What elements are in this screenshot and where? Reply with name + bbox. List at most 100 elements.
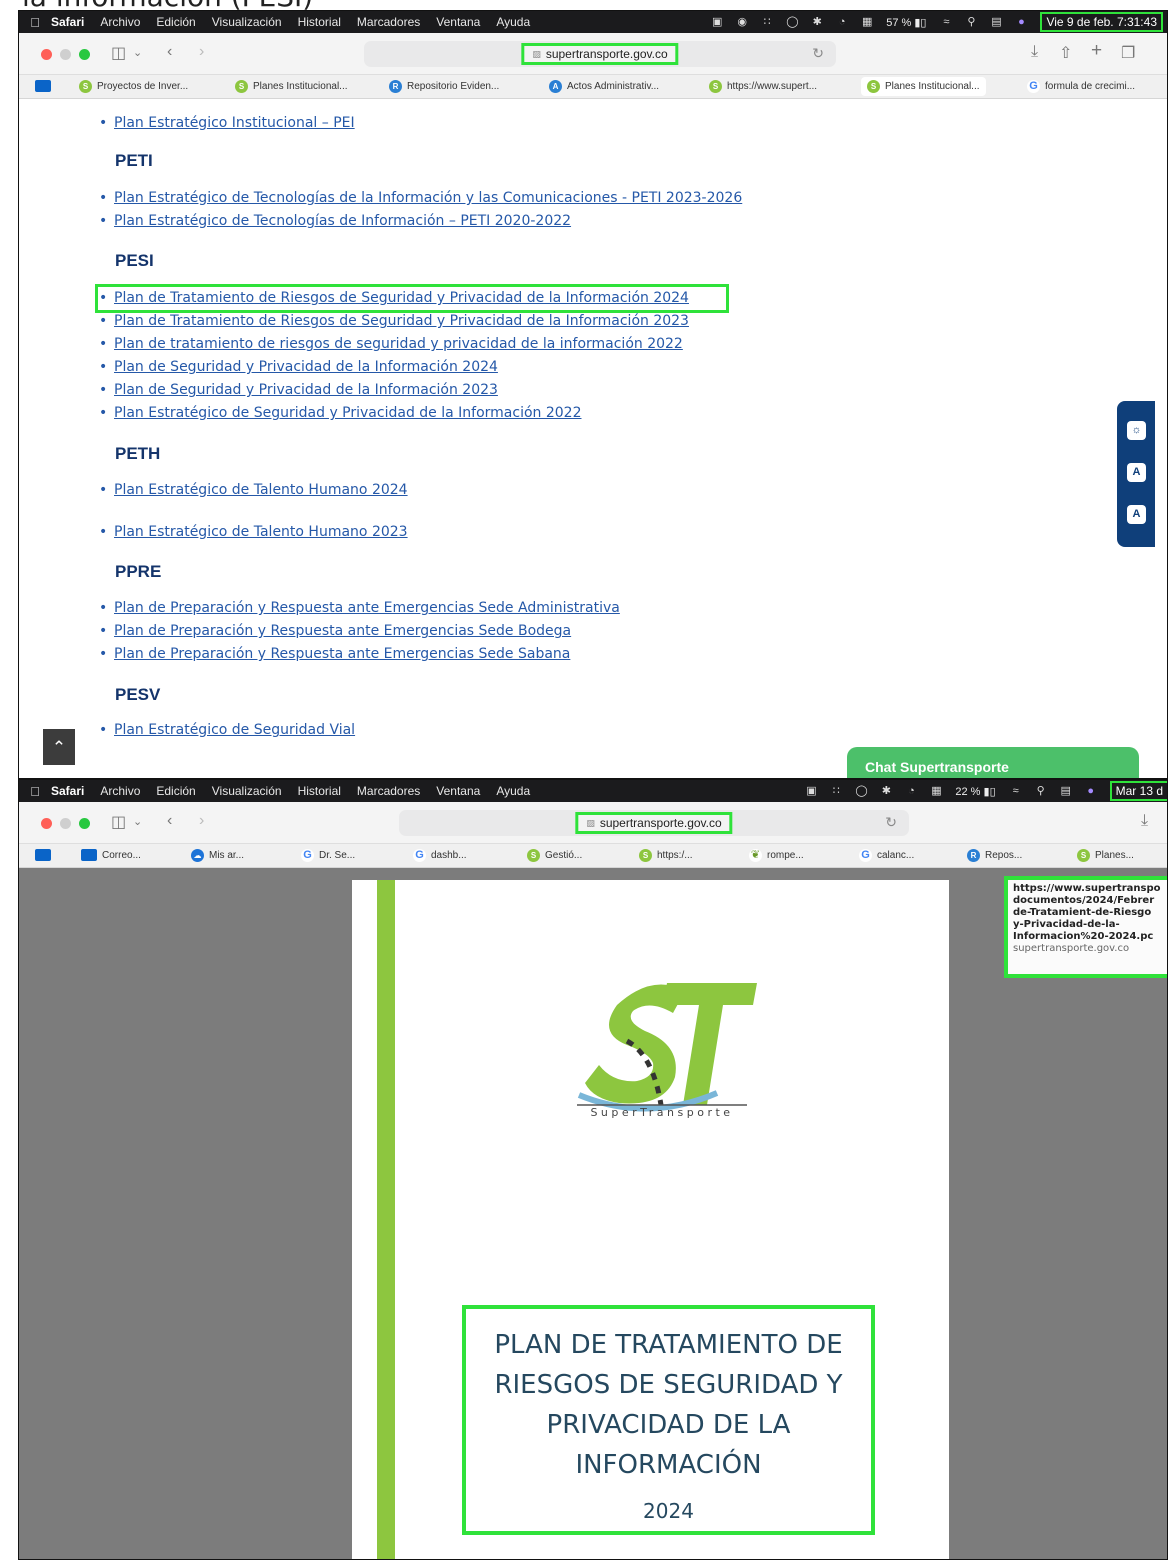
bookmark-item[interactable]: Shttps://www.supert... [709, 80, 817, 93]
menu-historial[interactable]: Historial [298, 784, 341, 798]
link-pesi-plan-2023[interactable]: • Plan de Seguridad y Privacidad de la In… [99, 382, 498, 398]
bookmark-item[interactable]: Gcalanc... [859, 849, 914, 862]
bookmark-outlook[interactable] [35, 849, 56, 861]
play-circle-icon[interactable]: ◉ [736, 16, 748, 28]
link-pesv[interactable]: • Plan Estratégico de Seguridad Vial [99, 722, 355, 738]
bookmark-item[interactable]: Gdashb... [413, 849, 467, 862]
menu-ayuda[interactable]: Ayuda [496, 784, 530, 798]
bluetooth-icon[interactable]: ✱ [811, 16, 823, 28]
fingerprint-icon[interactable]: ◯ [786, 16, 798, 28]
minimize-window-button[interactable] [60, 818, 71, 829]
tab-overview-icon[interactable]: ❐ [1121, 43, 1135, 63]
bookmark-item[interactable]: Gformula de crecimi... [1027, 80, 1135, 93]
bookmark-outlook[interactable] [35, 80, 56, 92]
search-icon[interactable]: ⚲ [965, 16, 977, 28]
reload-icon[interactable]: ↻ [885, 814, 897, 831]
zoom-window-button[interactable] [79, 49, 90, 60]
bookmark-item[interactable]: S Planes Institucional... [235, 80, 348, 93]
scroll-top-button[interactable]: ⌃ [43, 729, 75, 765]
menu-visualizacion[interactable]: Visualización [212, 15, 282, 29]
clock-status-icon[interactable]: ◔ [836, 16, 848, 28]
chevron-down-icon[interactable]: ⌄ [133, 815, 142, 828]
status-app-icon[interactable]: ▣ [805, 785, 817, 797]
menu-archivo[interactable]: Archivo [100, 15, 140, 29]
bookmark-item[interactable]: R Repositorio Eviden... [389, 80, 499, 93]
menu-marcadores[interactable]: Marcadores [357, 784, 420, 798]
back-icon[interactable]: ‹ [167, 43, 172, 61]
control-center-icon[interactable]: ▤ [990, 16, 1002, 28]
apple-icon[interactable]:  [19, 784, 51, 799]
bookmark-item[interactable]: S Gestió... [527, 849, 582, 862]
address-bar[interactable]: ▨ supertransporte.gov.co ↻ [399, 810, 909, 836]
back-icon[interactable]: ‹ [167, 812, 172, 830]
link-pesi-estrategico-2022[interactable]: • Plan Estratégico de Seguridad y Privaci… [99, 405, 581, 421]
keyboard-icon[interactable]: ▦ [930, 785, 942, 797]
new-tab-icon[interactable]: + [1091, 40, 1102, 62]
bookmark-item[interactable]: G Dr. Se... [301, 849, 355, 862]
link-ppre-bodega[interactable]: • Plan de Preparación y Respuesta ante Em… [99, 623, 571, 639]
status-app-icon[interactable]: ▣ [711, 16, 723, 28]
siri-icon[interactable]: ● [1085, 785, 1097, 797]
link-pei[interactable]: • Plan Estratégico Institucional – PEI [99, 115, 355, 131]
keyboard-icon[interactable]: ▦ [861, 16, 873, 28]
link-peti-2023-2026[interactable]: • Plan Estratégico de Tecnologías de la I… [99, 190, 742, 206]
apple-icon[interactable]:  [19, 15, 51, 30]
reload-icon[interactable]: ↻ [812, 45, 824, 62]
zoom-window-button[interactable] [79, 818, 90, 829]
forward-icon[interactable]: › [199, 812, 204, 830]
menu-ayuda[interactable]: Ayuda [496, 15, 530, 29]
bookmark-item[interactable]: R Repos... [967, 849, 1022, 862]
menu-edicion[interactable]: Edición [156, 15, 195, 29]
bookmark-item[interactable]: ❦ rompe... [749, 849, 804, 862]
close-window-button[interactable] [41, 818, 52, 829]
link-pesi-riesgos-2024[interactable]: • Plan de Tratamiento de Riesgos de Segur… [99, 290, 689, 306]
menu-marcadores[interactable]: Marcadores [357, 15, 420, 29]
menu-archivo[interactable]: Archivo [100, 784, 140, 798]
menu-edicion[interactable]: Edición [156, 784, 195, 798]
menu-ventana[interactable]: Ventana [436, 15, 480, 29]
share-icon[interactable]: ⇧ [1059, 43, 1072, 63]
chevron-down-icon[interactable]: ⌄ [133, 46, 142, 59]
menu-visualizacion[interactable]: Visualización [212, 784, 282, 798]
menu-ventana[interactable]: Ventana [436, 784, 480, 798]
link-pesi-riesgos-2022[interactable]: • Plan de tratamiento de riesgos de segur… [99, 336, 683, 352]
link-pesi-plan-2024[interactable]: • Plan de Seguridad y Privacidad de la In… [99, 359, 498, 375]
link-pesi-riesgos-2023[interactable]: • Plan de Tratamiento de Riesgos de Segur… [99, 313, 689, 329]
bookmark-item[interactable]: A Actos Administrativ... [549, 80, 659, 93]
sidebar-icon[interactable]: ◫ [111, 812, 126, 832]
bluetooth-icon[interactable]: ✱ [880, 785, 892, 797]
link-peti-2020-2022[interactable]: • Plan Estratégico de Tecnologías de Info… [99, 213, 571, 229]
wifi-icon[interactable]: ≈ [940, 16, 952, 28]
downloads-icon[interactable]: ⤓ [1031, 43, 1038, 61]
text-increase-icon[interactable]: A [1127, 505, 1146, 524]
bookmark-item[interactable]: Correo... [81, 849, 141, 861]
link-ppre-administrativa[interactable]: • Plan de Preparación y Respuesta ante Em… [99, 600, 620, 616]
sidebar-icon[interactable]: ◫ [111, 43, 126, 63]
battery-indicator[interactable]: 57 % ▮▯ [886, 16, 926, 29]
link-peth-2024[interactable]: • Plan Estratégico de Talento Humano 2024 [99, 482, 408, 498]
contrast-icon[interactable]: ☼ [1127, 421, 1146, 440]
menu-historial[interactable]: Historial [298, 15, 341, 29]
battery-indicator[interactable]: 22 % ▮▯ [955, 785, 995, 798]
bookmark-item[interactable]: S Planes... [1077, 849, 1134, 862]
siri-icon[interactable]: ● [1015, 16, 1027, 28]
bookmark-item-active[interactable]: S Planes Institucional... [861, 77, 986, 96]
downloads-icon[interactable]: ⤓ [1141, 812, 1148, 830]
chat-button[interactable]: Chat Supertransporte [847, 747, 1139, 778]
forward-icon[interactable]: › [199, 43, 204, 61]
link-ppre-sabana[interactable]: • Plan de Preparación y Respuesta ante Em… [99, 646, 570, 662]
link-peth-2023[interactable]: • Plan Estratégico de Talento Humano 2023 [99, 524, 408, 540]
bookmark-item[interactable]: ☁ Mis ar... [191, 849, 244, 862]
menu-safari[interactable]: Safari [51, 15, 84, 29]
wifi-icon[interactable]: ≈ [1010, 785, 1022, 797]
close-window-button[interactable] [41, 49, 52, 60]
dots-icon[interactable]: ∷ [761, 16, 773, 28]
bookmark-item[interactable]: S Proyectos de Inver... [79, 80, 188, 93]
control-center-icon[interactable]: ▤ [1060, 785, 1072, 797]
search-icon[interactable]: ⚲ [1035, 785, 1047, 797]
menubar-clock[interactable]: Vie 9 de feb. 7:31:43 [1040, 12, 1163, 32]
fingerprint-icon[interactable]: ◯ [855, 785, 867, 797]
text-decrease-icon[interactable]: A [1127, 463, 1146, 482]
bookmark-item[interactable]: Shttps:/... [639, 849, 693, 862]
clock-status-icon[interactable]: ◔ [905, 785, 917, 797]
